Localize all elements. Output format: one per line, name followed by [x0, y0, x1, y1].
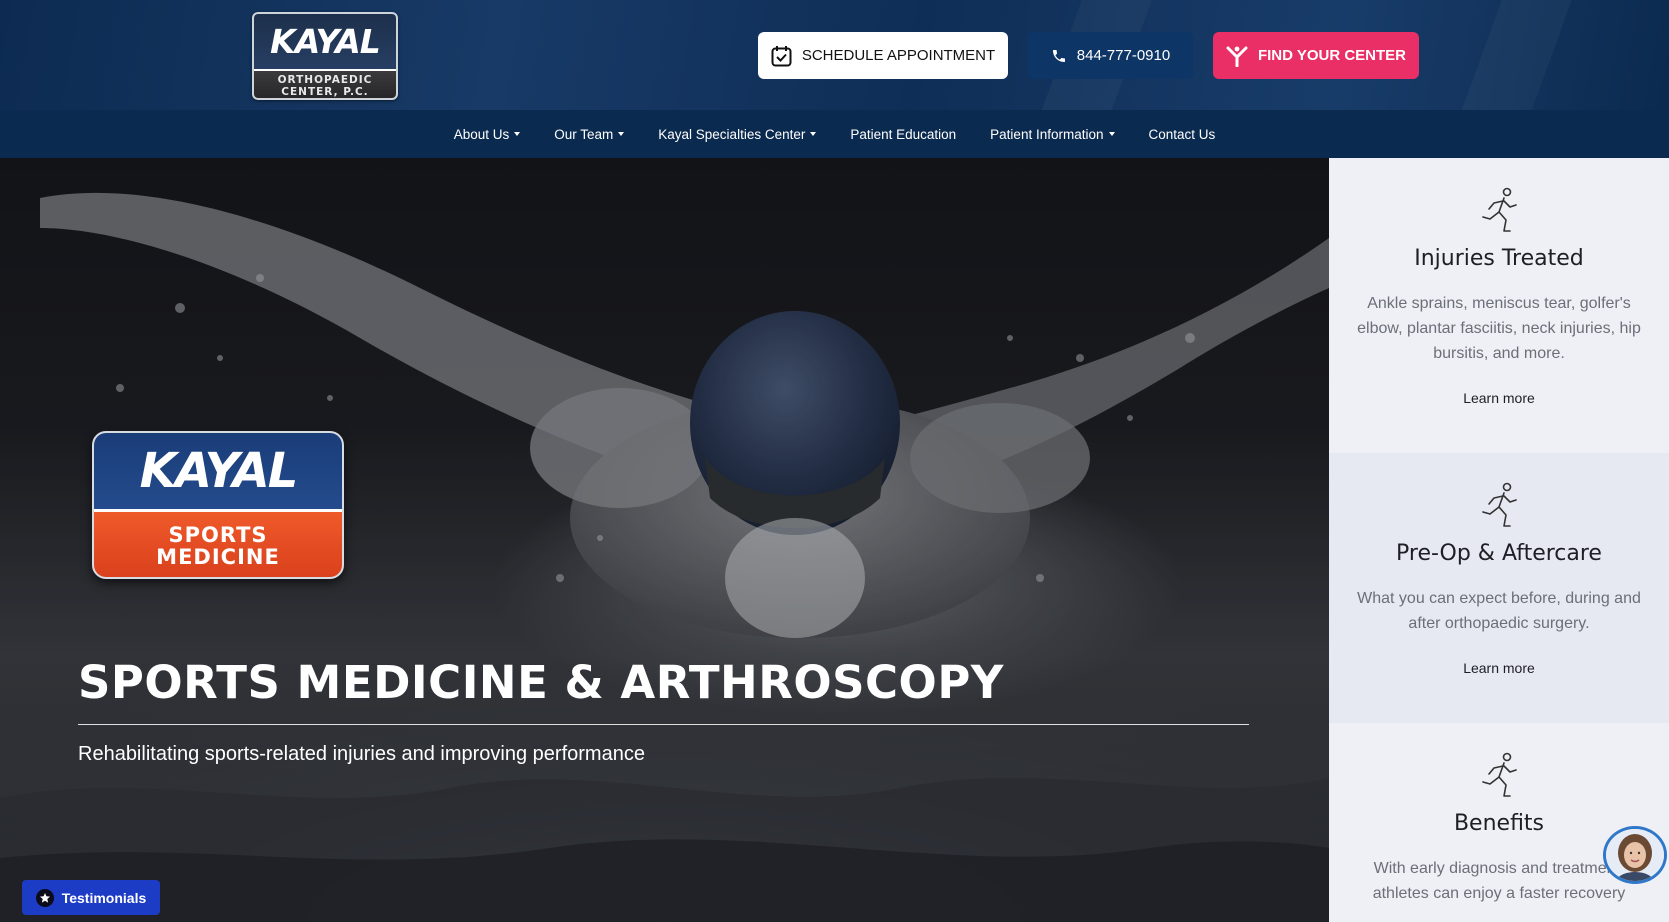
testimonials-label: Testimonials: [61, 889, 147, 906]
calendar-check-icon: [771, 45, 792, 67]
hero-divider: [78, 724, 1249, 725]
runner-icon: [1482, 752, 1517, 797]
logo-wordmark: KAYAL: [270, 22, 381, 61]
runner-icon: [1482, 187, 1517, 232]
testimonials-button[interactable]: Testimonials: [22, 880, 160, 915]
card-title: Injuries Treated: [1414, 246, 1584, 271]
hero-banner: KAYAL SPORTS MEDICINE SPORTS MEDICINE & …: [0, 158, 1329, 922]
caret-down-icon: [618, 132, 625, 136]
logo-line-2: CENTER, P.C.: [281, 85, 369, 98]
header-bar: KAYAL ORTHOPAEDIC CENTER, P.C. SCHEDULE …: [0, 0, 1669, 110]
site-logo[interactable]: KAYAL ORTHOPAEDIC CENTER, P.C.: [252, 12, 398, 100]
header-decoration: [1451, 0, 1579, 110]
card-title: Pre-Op & Aftercare: [1396, 541, 1602, 566]
nav-item-kayal-specialties-center[interactable]: Kayal Specialties Center: [658, 126, 817, 142]
nav-label: Our Team: [554, 126, 614, 142]
sidebar: Injuries Treated Ankle sprains, meniscus…: [1329, 158, 1669, 922]
badge-icon: [35, 888, 54, 907]
runner-icon: [1482, 482, 1517, 527]
card-text: With early diagnosis and treatment, athl…: [1372, 860, 1626, 902]
nav-item-patient-information[interactable]: Patient Information: [990, 126, 1115, 142]
learn-more-link[interactable]: Learn more: [1329, 390, 1669, 406]
card-benefits: Benefits With early diagnosis and treatm…: [1329, 723, 1669, 922]
nav-item-about-us[interactable]: About Us: [454, 127, 521, 142]
caret-down-icon: [514, 132, 521, 136]
nav-label: Patient Information: [990, 126, 1104, 142]
person-y-icon: [1226, 45, 1248, 67]
hero-title: SPORTS MEDICINE & ARTHROSCOPY: [78, 656, 1004, 709]
sports-logo-wordmark: KAYAL: [139, 443, 299, 499]
card-injuries-treated: Injuries Treated Ankle sprains, meniscus…: [1329, 158, 1669, 453]
schedule-appointment-button[interactable]: SCHEDULE APPOINTMENT: [758, 32, 1008, 79]
card-text: What you can expect before, during and a…: [1357, 590, 1641, 632]
sports-medicine-logo: KAYAL SPORTS MEDICINE: [92, 431, 344, 579]
chat-avatar-icon[interactable]: [1603, 826, 1667, 884]
hero-subtitle: Rehabilitating sports-related injuries a…: [78, 743, 645, 765]
main-nav: About Us Our Team Kayal Specialties Cent…: [0, 110, 1669, 158]
card-text: Ankle sprains, meniscus tear, golfer's e…: [1357, 295, 1641, 362]
nav-label: About Us: [453, 126, 510, 142]
logo-line-1: ORTHOPAEDIC: [277, 73, 373, 86]
caret-down-icon: [1108, 132, 1115, 136]
phone-button[interactable]: 844-777-0910: [1028, 32, 1193, 79]
sports-logo-line-1: SPORTS: [168, 522, 268, 547]
phone-number: 844-777-0910: [1076, 47, 1171, 64]
nav-item-our-team[interactable]: Our Team: [554, 126, 625, 142]
nav-item-patient-education[interactable]: Patient Education: [850, 127, 956, 142]
learn-more-link[interactable]: Learn more: [1329, 660, 1669, 676]
sports-logo-line-2: MEDICINE: [156, 544, 280, 569]
nav-label: Contact Us: [1148, 126, 1216, 142]
nav-label: Patient Education: [850, 126, 957, 142]
schedule-appointment-label: SCHEDULE APPOINTMENT: [801, 47, 996, 64]
card-pre-op-aftercare: Pre-Op & Aftercare What you can expect b…: [1329, 453, 1669, 723]
caret-down-icon: [810, 132, 817, 136]
phone-icon: [1051, 48, 1067, 64]
nav-item-contact-us[interactable]: Contact Us: [1149, 127, 1216, 142]
find-your-center-label: FIND YOUR CENTER: [1257, 47, 1407, 64]
find-your-center-button[interactable]: FIND YOUR CENTER: [1213, 32, 1419, 79]
nav-label: Kayal Specialties Center: [658, 126, 806, 142]
